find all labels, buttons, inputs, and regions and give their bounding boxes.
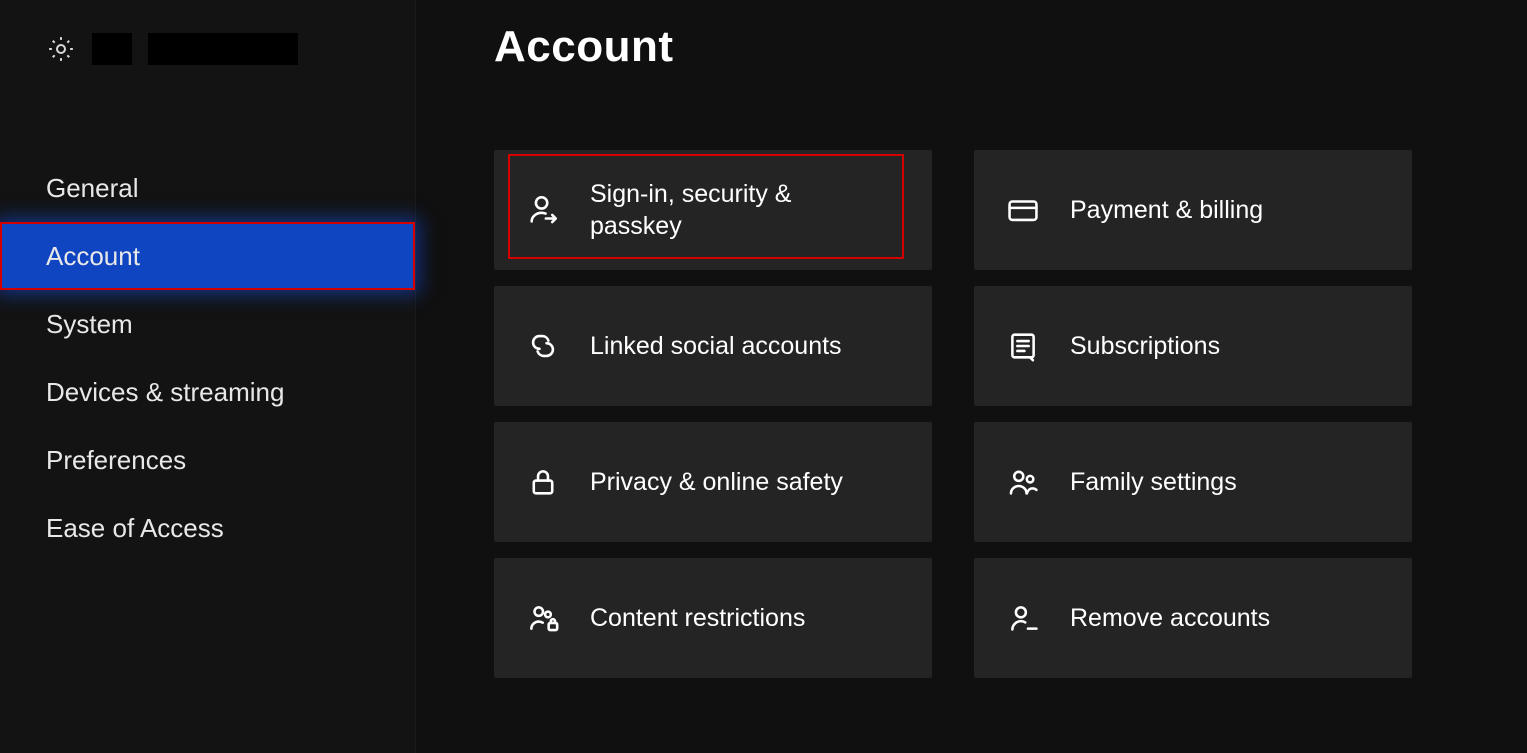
sidebar-item-label: Preferences [46,445,186,476]
main-panel: Account Sign-in, security & passkey [416,0,1527,753]
sidebar-item-general[interactable]: General [0,154,415,222]
sidebar-item-label: Devices & streaming [46,377,284,408]
credit-card-icon [1006,193,1040,227]
gear-icon [46,34,76,64]
tile-label: Remove accounts [1070,602,1270,635]
settings-app: General Account System Devices & streami… [0,0,1527,753]
sidebar-item-label: Ease of Access [46,513,224,544]
tile-label: Subscriptions [1070,330,1220,363]
tile-label: Privacy & online safety [590,466,843,499]
sidebar-nav: General Account System Devices & streami… [0,154,415,562]
sidebar-item-system[interactable]: System [0,290,415,358]
people-icon [1006,465,1040,499]
tile-remove-accounts[interactable]: Remove accounts [974,558,1412,678]
sidebar-item-ease-of-access[interactable]: Ease of Access [0,494,415,562]
tile-label: Family settings [1070,466,1237,499]
sidebar-item-preferences[interactable]: Preferences [0,426,415,494]
tile-linked-social-accounts[interactable]: Linked social accounts [494,286,932,406]
tile-signin-security-passkey[interactable]: Sign-in, security & passkey [494,150,932,270]
tile-grid: Sign-in, security & passkey Payment & bi… [494,150,1527,678]
tile-privacy-online-safety[interactable]: Privacy & online safety [494,422,932,542]
tile-label: Linked social accounts [590,330,842,363]
lock-icon [526,465,560,499]
sidebar-item-devices-streaming[interactable]: Devices & streaming [0,358,415,426]
tile-subscriptions[interactable]: Subscriptions [974,286,1412,406]
receipt-icon [1006,329,1040,363]
tile-label: Sign-in, security & passkey [590,178,890,243]
sidebar-item-label: Account [46,241,140,272]
person-remove-icon [1006,601,1040,635]
tile-label: Payment & billing [1070,194,1263,227]
sidebar-item-label: System [46,309,133,340]
tile-content-restrictions[interactable]: Content restrictions [494,558,932,678]
tile-family-settings[interactable]: Family settings [974,422,1412,542]
sidebar-item-account[interactable]: Account [0,222,415,290]
sidebar-header [0,24,415,74]
people-lock-icon [526,601,560,635]
link-icon [526,329,560,363]
person-arrow-icon [526,193,560,227]
sidebar: General Account System Devices & streami… [0,0,416,753]
page-title: Account [494,22,1527,72]
redacted-block [92,33,132,65]
tile-label: Content restrictions [590,602,805,635]
tile-payment-billing[interactable]: Payment & billing [974,150,1412,270]
sidebar-item-label: General [46,173,139,204]
redacted-block [148,33,298,65]
